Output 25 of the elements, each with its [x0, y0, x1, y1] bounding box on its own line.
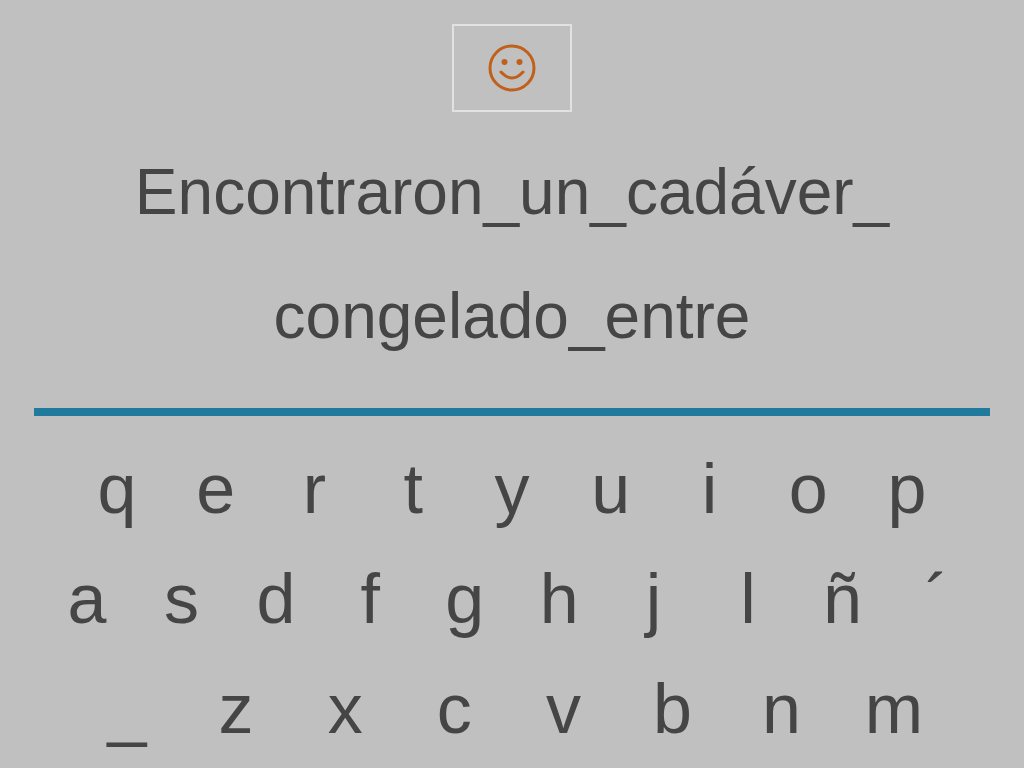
letter-key[interactable]: o [778, 454, 839, 524]
letter-key[interactable]: u [580, 454, 641, 524]
letter-key[interactable]: x [315, 674, 376, 744]
letter-key[interactable]: e [185, 454, 246, 524]
letter-key[interactable]: ´ [906, 564, 967, 634]
letter-key[interactable]: r [284, 454, 345, 524]
letter-key[interactable]: i [679, 454, 740, 524]
sentence-line: congelado_entre [273, 279, 751, 354]
letter-key[interactable]: m [860, 674, 927, 744]
smiley-icon [487, 43, 537, 93]
letter-key[interactable]: f [340, 564, 401, 634]
letter-key[interactable]: n [751, 674, 812, 744]
letter-key[interactable]: b [642, 674, 703, 744]
letter-key[interactable]: ñ [812, 564, 873, 634]
hint-box[interactable] [452, 24, 572, 112]
letter-key[interactable]: t [383, 454, 444, 524]
letter-key[interactable]: d [245, 564, 306, 634]
sentence-line: Encontraron_un_cadáver_ [134, 155, 890, 230]
letter-key[interactable]: h [529, 564, 590, 634]
letter-key[interactable]: v [533, 674, 594, 744]
letter-key[interactable]: c [424, 674, 485, 744]
letter-key[interactable]: z [206, 674, 267, 744]
letter-key[interactable]: a [57, 564, 117, 634]
letter-key[interactable]: l [718, 564, 779, 634]
letter-key[interactable]: s [151, 564, 212, 634]
